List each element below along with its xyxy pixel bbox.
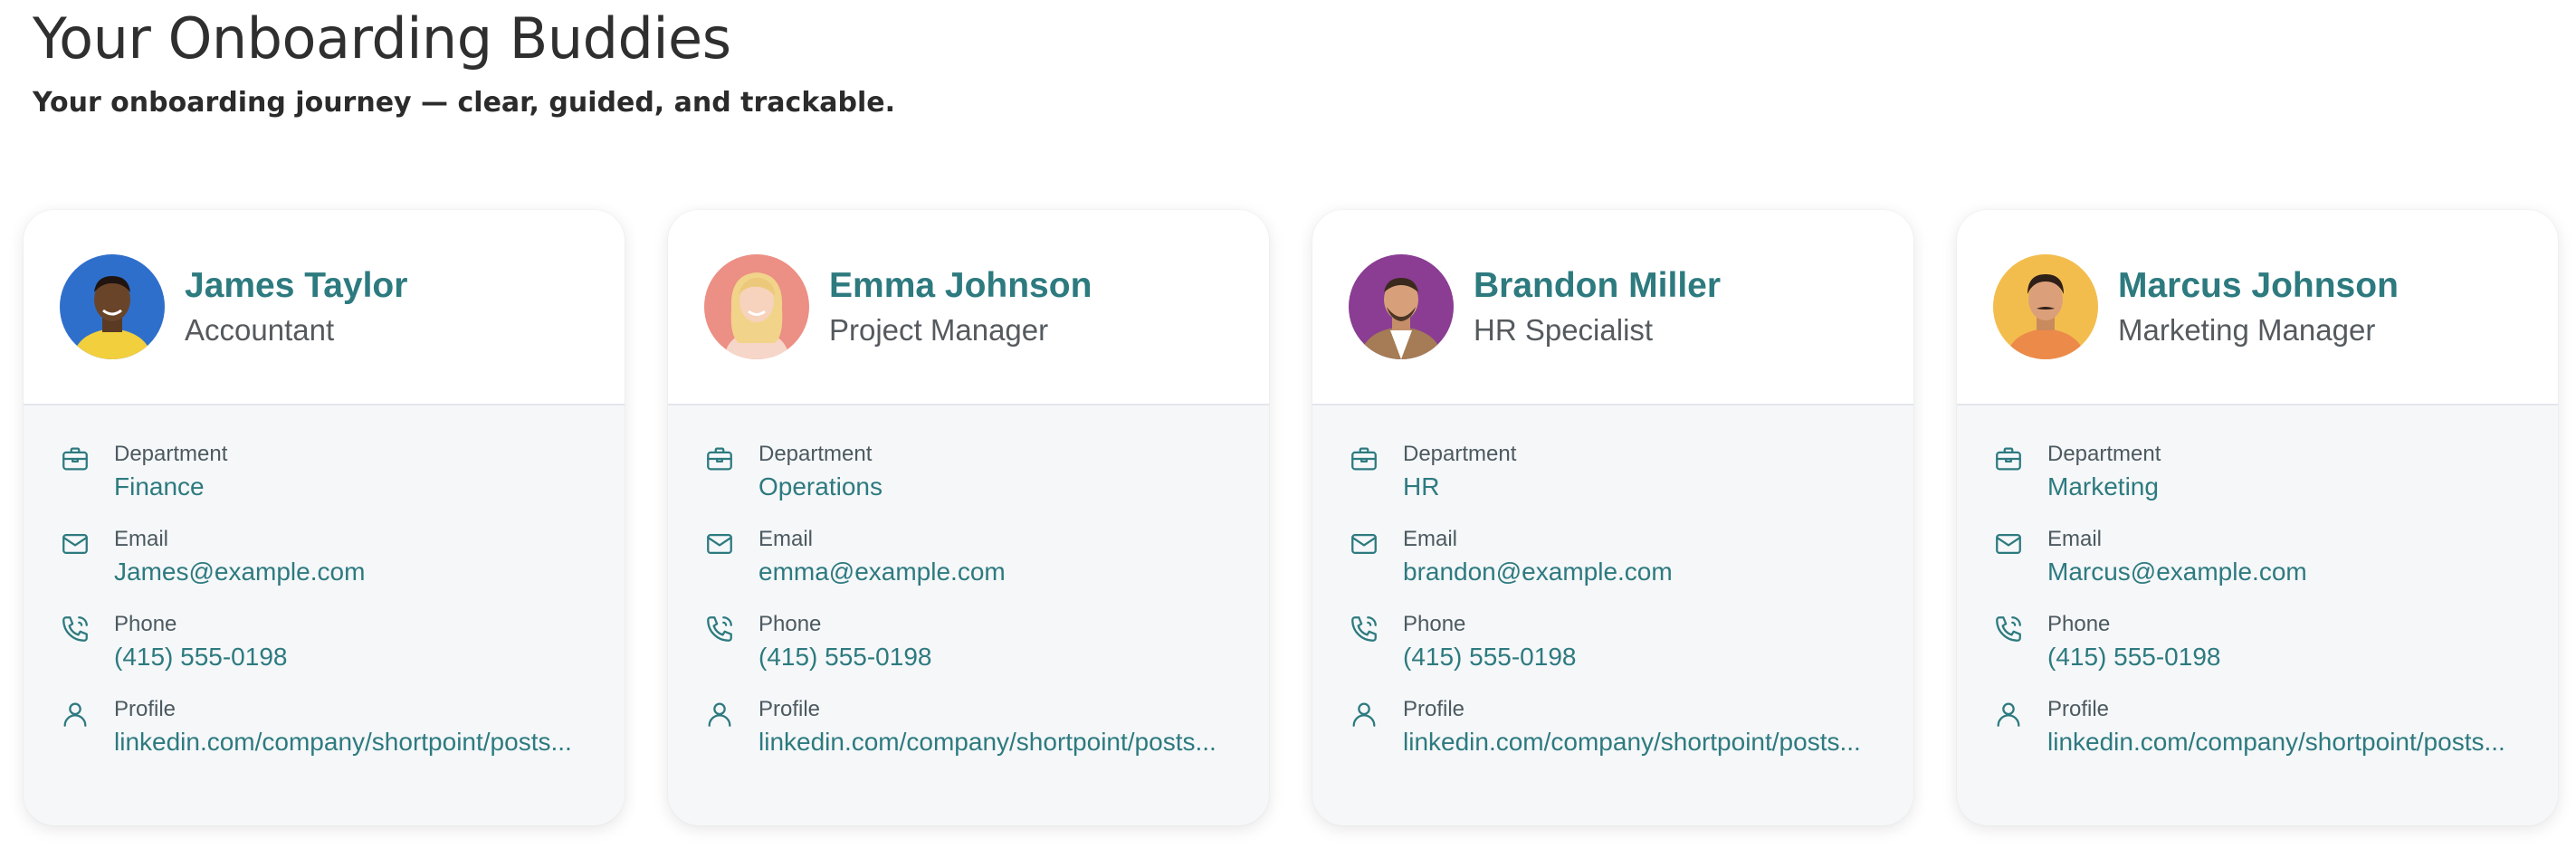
buddy-role: Project Manager — [829, 313, 1049, 347]
department-label: Department — [1403, 442, 1517, 466]
buddy-card: Emma Johnson Project Manager Department O… — [668, 210, 1269, 825]
email-row: Email James@example.com — [60, 527, 625, 612]
email-row: Email brandon@example.com — [1349, 527, 1913, 612]
phone-label: Phone — [114, 612, 177, 636]
buddy-name: James Taylor — [185, 266, 408, 305]
department-row: Department HR — [1349, 442, 1913, 527]
phone-row: Phone (415) 555-0198 — [704, 612, 1269, 697]
card-header: Brandon Miller HR Specialist — [1312, 210, 1913, 405]
department-value: HR — [1403, 472, 1440, 500]
profile-row: Profile linkedin.com/company/shortpoint/p… — [1349, 697, 1913, 782]
email-link[interactable]: brandon@example.com — [1403, 558, 1673, 586]
mail-icon — [1349, 529, 1379, 559]
avatar — [60, 254, 165, 359]
email-label: Email — [1403, 527, 1458, 551]
department-label: Department — [114, 442, 228, 466]
mail-icon — [1993, 529, 2024, 559]
mail-icon — [60, 529, 91, 559]
card-details: Department Operations Email emma@example.c… — [668, 405, 1269, 782]
page-subtitle: Your onboarding journey — clear, guided,… — [33, 87, 896, 119]
briefcase-icon — [704, 443, 735, 474]
email-link[interactable]: emma@example.com — [758, 558, 1006, 586]
user-icon — [1993, 699, 2024, 729]
card-header: Emma Johnson Project Manager — [668, 210, 1269, 405]
buddy-role: HR Specialist — [1474, 313, 1654, 347]
card-header: James Taylor Accountant — [24, 210, 625, 405]
buddy-name: Marcus Johnson — [2118, 266, 2399, 305]
phone-link[interactable]: (415) 555-0198 — [758, 643, 931, 672]
buddy-card: Marcus Johnson Marketing Manager Departm… — [1957, 210, 2558, 825]
briefcase-icon — [60, 443, 91, 474]
card-details: Department HR Email brandon@example.com Ph… — [1312, 405, 1913, 782]
phone-link[interactable]: (415) 555-0198 — [114, 643, 287, 672]
page-title: Your Onboarding Buddies — [33, 5, 731, 72]
profile-link[interactable]: linkedin.com/company/shortpoint/posts... — [1403, 728, 1861, 757]
phone-link[interactable]: (415) 555-0198 — [1403, 643, 1576, 672]
buddy-cards: James Taylor Accountant Department Financ… — [24, 210, 2558, 825]
buddy-role: Accountant — [185, 313, 335, 347]
profile-label: Profile — [2047, 697, 2110, 721]
phone-row: Phone (415) 555-0198 — [1993, 612, 2558, 697]
phone-icon — [1349, 614, 1379, 644]
profile-link[interactable]: linkedin.com/company/shortpoint/posts... — [2047, 728, 2505, 757]
department-row: Department Finance — [60, 442, 625, 527]
avatar — [1349, 254, 1454, 359]
department-value: Finance — [114, 472, 205, 500]
email-row: Email Marcus@example.com — [1993, 527, 2558, 612]
user-icon — [704, 699, 735, 729]
profile-label: Profile — [114, 697, 177, 721]
briefcase-icon — [1349, 443, 1379, 474]
email-label: Email — [114, 527, 169, 551]
department-value: Marketing — [2047, 472, 2159, 500]
profile-row: Profile linkedin.com/company/shortpoint/p… — [1993, 697, 2558, 782]
mail-icon — [704, 529, 735, 559]
phone-link[interactable]: (415) 555-0198 — [2047, 643, 2220, 672]
phone-row: Phone (415) 555-0198 — [1349, 612, 1913, 697]
phone-icon — [1993, 614, 2024, 644]
email-link[interactable]: Marcus@example.com — [2047, 558, 2307, 586]
profile-link[interactable]: linkedin.com/company/shortpoint/posts... — [114, 728, 572, 757]
profile-row: Profile linkedin.com/company/shortpoint/p… — [60, 697, 625, 782]
user-icon — [60, 699, 91, 729]
email-row: Email emma@example.com — [704, 527, 1269, 612]
phone-row: Phone (415) 555-0198 — [60, 612, 625, 697]
email-label: Email — [2047, 527, 2103, 551]
phone-label: Phone — [758, 612, 822, 636]
phone-icon — [60, 614, 91, 644]
buddy-name: Emma Johnson — [829, 266, 1092, 305]
avatar — [704, 254, 809, 359]
card-details: Department Marketing Email Marcus@example.… — [1957, 405, 2558, 782]
phone-icon — [704, 614, 735, 644]
profile-row: Profile linkedin.com/company/shortpoint/p… — [704, 697, 1269, 782]
buddy-role: Marketing Manager — [2118, 313, 2376, 347]
card-details: Department Finance Email James@example.com… — [24, 405, 625, 782]
department-row: Department Marketing — [1993, 442, 2558, 527]
email-link[interactable]: James@example.com — [114, 558, 365, 586]
department-value: Operations — [758, 472, 883, 500]
profile-link[interactable]: linkedin.com/company/shortpoint/posts... — [758, 728, 1216, 757]
user-icon — [1349, 699, 1379, 729]
buddy-card: James Taylor Accountant Department Financ… — [24, 210, 625, 825]
briefcase-icon — [1993, 443, 2024, 474]
email-label: Email — [758, 527, 814, 551]
profile-label: Profile — [758, 697, 821, 721]
buddy-card: Brandon Miller HR Specialist Department H… — [1312, 210, 1913, 825]
department-row: Department Operations — [704, 442, 1269, 527]
phone-label: Phone — [1403, 612, 1466, 636]
profile-label: Profile — [1403, 697, 1465, 721]
department-label: Department — [758, 442, 873, 466]
avatar — [1993, 254, 2098, 359]
buddy-name: Brandon Miller — [1474, 266, 1722, 305]
department-label: Department — [2047, 442, 2161, 466]
card-header: Marcus Johnson Marketing Manager — [1957, 210, 2558, 405]
phone-label: Phone — [2047, 612, 2111, 636]
